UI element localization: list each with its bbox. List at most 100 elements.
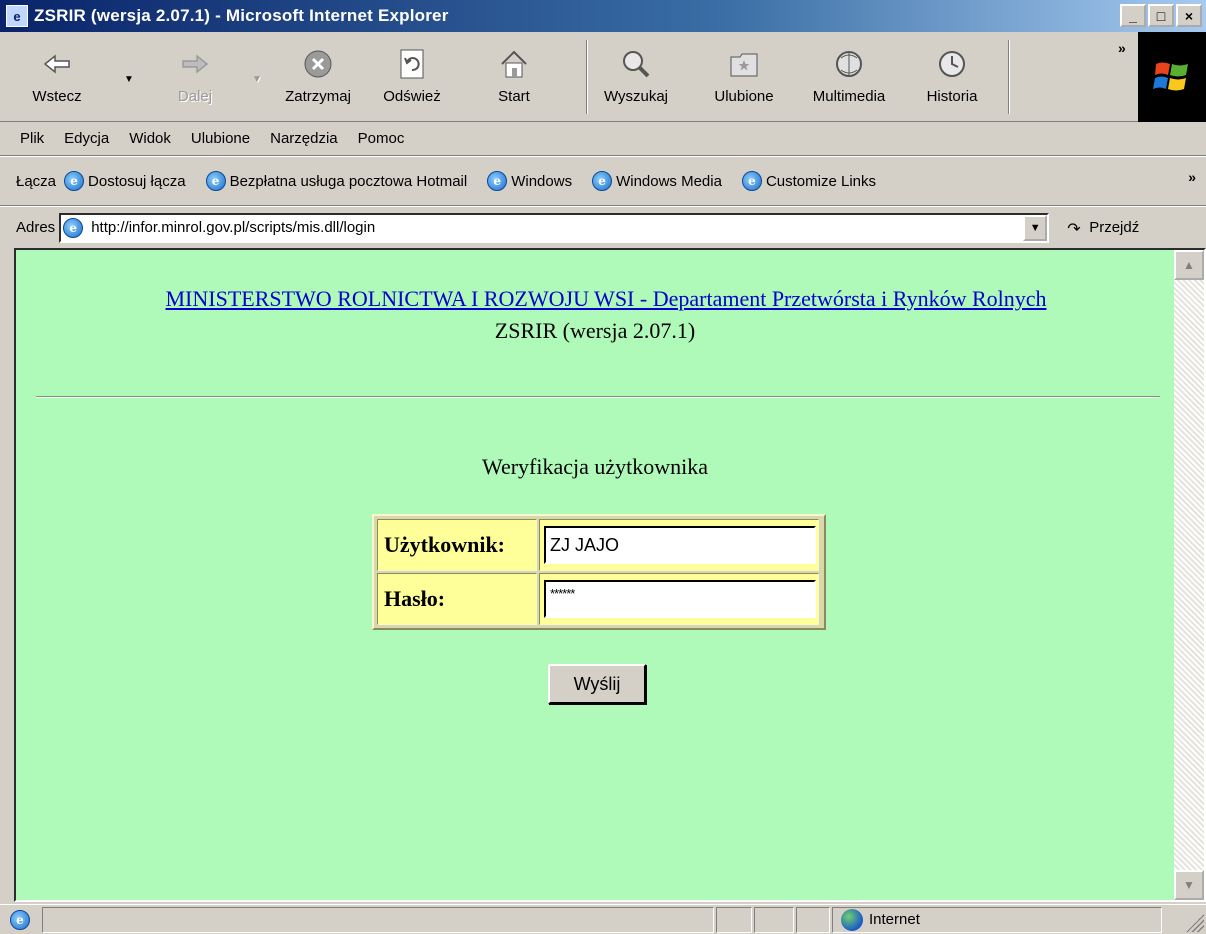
menu-view[interactable]: Widok — [129, 130, 171, 147]
ie-app-icon: e — [6, 5, 28, 27]
search-icon — [618, 46, 654, 82]
verify-heading: Weryfikacja użytkownika — [481, 454, 709, 479]
go-arrow-icon: ↷ — [1067, 220, 1081, 238]
refresh-label: Odśwież — [383, 88, 441, 105]
home-icon — [496, 46, 532, 82]
link-label: Dostosuj łącza — [88, 172, 186, 190]
resize-grip-icon[interactable] — [1186, 914, 1204, 932]
link-hotmail[interactable]: e Bezpłatna usługa pocztowa Hotmail — [205, 171, 468, 191]
ie-page-icon: e — [205, 171, 226, 191]
media-icon — [831, 46, 867, 82]
media-label: Multimedia — [812, 88, 886, 105]
toolbar-separator — [586, 40, 588, 114]
link-windows[interactable]: e Windows — [487, 171, 572, 191]
menu-favorites[interactable]: Ulubione — [191, 130, 250, 147]
version-text: ZSRIR (wersja 2.07.1) — [494, 318, 696, 343]
search-label: Wyszukaj — [603, 88, 669, 105]
home-button[interactable]: Start — [484, 36, 544, 116]
windows-logo-icon — [1138, 32, 1206, 122]
link-label: Windows — [511, 172, 573, 190]
search-button[interactable]: Wyszukaj — [596, 36, 676, 116]
username-field[interactable]: ZJ JAJO — [544, 526, 816, 564]
forward-label: Dalej — [177, 88, 213, 105]
refresh-button[interactable]: Odśwież — [372, 36, 452, 116]
home-label: Start — [498, 88, 530, 105]
link-label: Bezpłatna usługa pocztowa Hotmail — [229, 172, 468, 190]
maximize-button[interactable]: □ — [1148, 4, 1174, 27]
back-button[interactable]: Wstecz — [22, 36, 92, 116]
menu-edit[interactable]: Edycja — [64, 130, 109, 147]
zone-label: Internet — [869, 911, 920, 928]
links-label: Łącza — [16, 172, 57, 190]
address-url: http://infor.minrol.gov.pl/scripts/mis.d… — [91, 219, 376, 236]
page-viewport: MINISTERSTWO ROLNICTWA I ROZWOJU WSI - D… — [14, 248, 1206, 902]
media-button[interactable]: Multimedia — [802, 36, 896, 116]
links-bar: Łącza e Dostosuj łącza e Bezpłatna usługa … — [0, 156, 1206, 206]
window-title: ZSRIR (wersja 2.07.1) - Microsoft Intern… — [34, 6, 449, 25]
address-input[interactable]: e http://infor.minrol.gov.pl/scripts/mis… — [59, 212, 1050, 243]
login-form-table: Użytkownik: ZJ JAJO Hasło: ****** — [372, 514, 826, 630]
link-customize-pl[interactable]: e Dostosuj łącza — [64, 171, 186, 191]
vertical-scrollbar[interactable]: ▲ ▼ — [1174, 250, 1204, 900]
password-label: Hasło: — [377, 573, 537, 625]
login-page: MINISTERSTWO ROLNICTWA I ROZWOJU WSI - D… — [16, 250, 1174, 900]
user-label: Użytkownik: — [377, 519, 537, 571]
stop-label: Zatrzymaj — [285, 88, 351, 105]
user-row: Użytkownik: ZJ JAJO — [376, 518, 822, 572]
submit-button[interactable]: Wyślij — [548, 664, 646, 704]
toolbar-more-chevron-icon[interactable]: » — [1118, 40, 1126, 56]
stop-button[interactable]: Zatrzymaj — [278, 36, 358, 116]
password-cell: ****** — [539, 573, 819, 625]
scroll-down-icon[interactable]: ▼ — [1174, 870, 1204, 900]
window-controls: _ □ × — [1120, 4, 1202, 27]
menu-bar: Plik Edycja Widok Ulubione Narzędzia Pom… — [0, 122, 1206, 156]
forward-button[interactable]: Dalej — [160, 36, 230, 116]
refresh-icon — [394, 46, 430, 82]
minimize-button[interactable]: _ — [1120, 4, 1146, 27]
toolbar-separator — [1008, 40, 1010, 114]
menu-file[interactable]: Plik — [20, 130, 44, 147]
go-button[interactable]: ↷ Przejdź — [1067, 219, 1140, 238]
ie-page-icon: e — [10, 909, 30, 930]
title-bar: e ZSRIR (wersja 2.07.1) - Microsoft Inte… — [0, 0, 1206, 32]
link-customize-links[interactable]: e Customize Links — [741, 171, 876, 191]
stop-icon — [300, 46, 336, 82]
password-row: Hasło: ****** — [376, 572, 822, 626]
close-button[interactable]: × — [1176, 4, 1202, 27]
internet-globe-icon — [841, 908, 863, 931]
menu-tools[interactable]: Narzędzia — [270, 130, 338, 147]
forward-arrow-icon — [177, 46, 213, 82]
scroll-up-icon[interactable]: ▲ — [1174, 250, 1204, 280]
link-label: Windows Media — [616, 172, 722, 190]
back-dropdown-icon[interactable]: ▼ — [124, 74, 134, 85]
favorites-folder-icon — [726, 46, 762, 82]
standard-toolbar: Wstecz ▼ Dalej ▼ Zatrzymaj Odśwież Start… — [0, 32, 1206, 122]
history-label: Historia — [926, 88, 978, 105]
menu-help[interactable]: Pomoc — [358, 130, 405, 147]
favorites-label: Ulubione — [714, 88, 774, 105]
favorites-button[interactable]: Ulubione — [702, 36, 786, 116]
password-field[interactable]: ****** — [544, 580, 816, 618]
link-windows-media[interactable]: e Windows Media — [592, 171, 722, 191]
status-cell — [754, 906, 794, 933]
user-cell: ZJ JAJO — [539, 519, 819, 571]
back-label: Wstecz — [32, 88, 82, 105]
status-cell — [716, 906, 752, 933]
ministry-link[interactable]: MINISTERSTWO ROLNICTWA I ROZWOJU WSI - D… — [36, 286, 1176, 312]
ie-page-icon: e — [64, 171, 85, 191]
links-more-chevron-icon[interactable]: » — [1188, 169, 1196, 185]
history-icon — [934, 46, 970, 82]
history-button[interactable]: Historia — [916, 36, 988, 116]
link-label: Customize Links — [765, 172, 876, 190]
forward-dropdown-icon[interactable]: ▼ — [252, 74, 262, 85]
back-arrow-icon — [39, 46, 75, 82]
ie-page-icon: e — [63, 217, 84, 238]
ie-page-icon: e — [741, 171, 762, 191]
zone-cell: Internet — [832, 906, 1162, 933]
go-label: Przejdź — [1089, 219, 1140, 236]
address-dropdown-icon[interactable]: ▼ — [1023, 214, 1048, 241]
status-cell — [796, 906, 830, 933]
address-bar: Adres e http://infor.minrol.gov.pl/scrip… — [0, 206, 1206, 248]
ie-page-icon: e — [487, 171, 508, 191]
status-bar: e Internet — [0, 904, 1206, 934]
